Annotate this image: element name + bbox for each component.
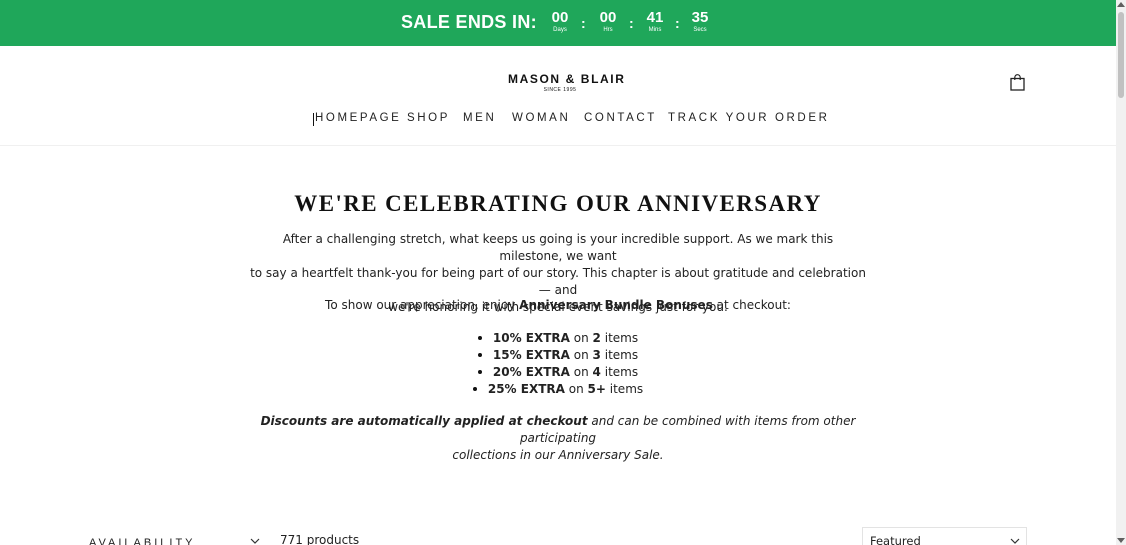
discount-note-bold: Discounts are automatically applied at c… xyxy=(260,414,588,428)
countdown-hours-label: Hrs xyxy=(603,27,613,33)
discount-note-line2: collections in our Anniversary Sale. xyxy=(452,448,664,462)
discount-unit: items xyxy=(604,348,639,362)
scroll-down-arrow-icon[interactable] xyxy=(1117,538,1125,543)
discount-qty: 3 xyxy=(592,348,601,362)
countdown-seconds-value: 35 xyxy=(691,9,709,26)
appreciation-before: To show our appreciation, enjoy xyxy=(325,298,516,312)
discount-amount: 25% EXTRA xyxy=(487,382,565,396)
sale-countdown-bar: SALE ENDS IN: 00 Days : 00 Hrs : 41 Mins… xyxy=(0,0,1116,46)
countdown-minutes-label: Mins xyxy=(648,27,662,33)
discount-on: on xyxy=(568,382,584,396)
discount-on: on xyxy=(573,365,589,379)
sort-selected-value: Featured xyxy=(870,534,921,545)
countdown-separator: : xyxy=(675,15,680,31)
chevron-down-icon xyxy=(1010,538,1020,544)
nav-item-track-order[interactable]: TRACK YOUR ORDER xyxy=(668,112,830,124)
bullet-icon xyxy=(477,335,482,340)
intro-line: to say a heartfelt thank-you for being p… xyxy=(250,266,866,297)
appreciation-after: at checkout: xyxy=(716,298,791,312)
discount-qty: 4 xyxy=(592,365,601,379)
appreciation-highlight: Anniversary Bundle Bonuses xyxy=(519,298,713,312)
countdown-seconds-label: Secs xyxy=(693,27,707,33)
countdown-minutes-value: 41 xyxy=(646,9,664,26)
discount-qty: 5+ xyxy=(587,382,606,396)
countdown-hours-value: 00 xyxy=(599,9,617,26)
availability-filter[interactable]: AVAILABILITY xyxy=(89,537,196,545)
discount-unit: items xyxy=(604,331,639,345)
nav-item-homepage[interactable]: HOMEPAGE xyxy=(315,112,401,124)
chevron-down-icon[interactable] xyxy=(250,537,260,545)
product-count: 771 products xyxy=(280,533,360,545)
header-divider xyxy=(0,145,1116,146)
shopping-bag-icon xyxy=(1010,74,1025,91)
countdown-hours: 00 Hrs xyxy=(588,9,628,34)
discount-amount: 15% EXTRA xyxy=(492,348,570,362)
main-nav: HOMEPAGE SHOP MEN WOMAN CONTACT TRACK YO… xyxy=(0,112,1116,128)
list-item: 20% EXTRA on 4 items xyxy=(0,364,1116,381)
appreciation-text: To show our appreciation, enjoy Annivers… xyxy=(250,297,866,314)
countdown-separator: : xyxy=(581,15,586,31)
discount-amount: 10% EXTRA xyxy=(492,331,570,345)
intro-line: After a challenging stretch, what keeps … xyxy=(282,232,834,263)
countdown-separator: : xyxy=(629,15,634,31)
discount-list: 10% EXTRA on 2 items 15% EXTRA on 3 item… xyxy=(0,330,1116,398)
discount-unit: items xyxy=(604,365,639,379)
discount-qty: 2 xyxy=(592,331,601,345)
discount-on: on xyxy=(573,331,589,345)
brand-logo[interactable]: MASON & BLAIR SINCE 1995 xyxy=(508,72,626,93)
bullet-icon xyxy=(477,369,482,374)
countdown-seconds: 35 Secs xyxy=(680,9,720,34)
nav-item-shop[interactable]: SHOP xyxy=(407,112,450,124)
page-title: WE'RE CELEBRATING OUR ANNIVERSARY xyxy=(294,191,822,216)
discount-unit: items xyxy=(609,382,644,396)
sale-ends-title: SALE ENDS IN: xyxy=(401,12,537,32)
scroll-thumb[interactable] xyxy=(1118,12,1124,98)
scroll-up-arrow-icon[interactable] xyxy=(1117,2,1125,7)
countdown-days: 00 Days xyxy=(540,9,580,34)
countdown-days-value: 00 xyxy=(551,9,569,26)
countdown-days-label: Days xyxy=(553,27,567,33)
bullet-icon xyxy=(472,386,477,391)
text-cursor xyxy=(313,113,314,126)
discount-note: Discounts are automatically applied at c… xyxy=(250,413,866,464)
list-item: 25% EXTRA on 5+ items xyxy=(0,381,1116,398)
bullet-icon xyxy=(477,352,482,357)
nav-item-woman[interactable]: WOMAN xyxy=(512,112,570,124)
discount-on: on xyxy=(573,348,589,362)
list-item: 10% EXTRA on 2 items xyxy=(0,330,1116,347)
sort-select[interactable]: Featured xyxy=(862,527,1027,545)
countdown-minutes: 41 Mins xyxy=(635,9,675,34)
list-item: 15% EXTRA on 3 items xyxy=(0,347,1116,364)
page-scrollbar[interactable] xyxy=(1116,0,1126,545)
brand-logo-text: MASON & BLAIR xyxy=(508,72,626,86)
nav-item-men[interactable]: MEN xyxy=(463,112,496,124)
nav-item-contact[interactable]: CONTACT xyxy=(584,112,657,124)
discount-amount: 20% EXTRA xyxy=(492,365,570,379)
brand-logo-tagline: SINCE 1995 xyxy=(543,87,577,93)
cart-button[interactable] xyxy=(1010,74,1025,91)
